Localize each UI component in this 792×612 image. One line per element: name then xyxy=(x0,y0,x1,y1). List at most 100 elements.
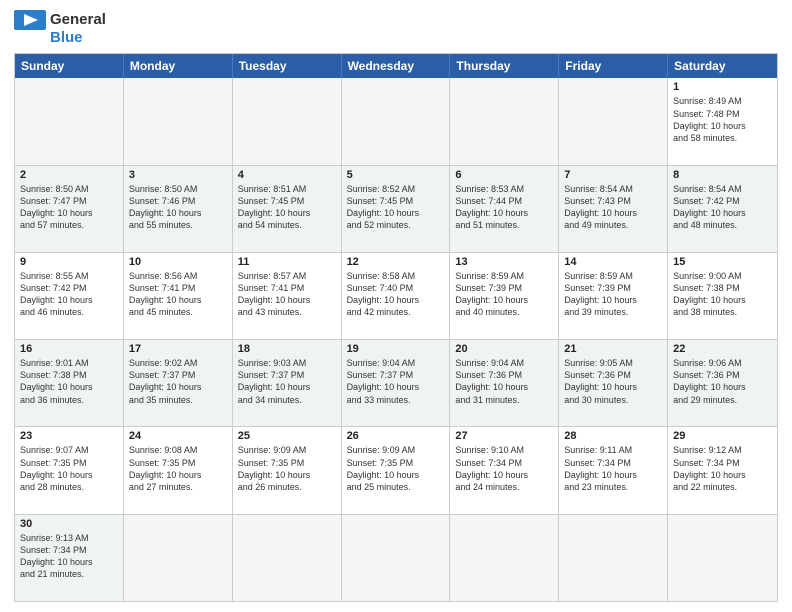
day-number: 16 xyxy=(20,343,118,355)
day-number: 9 xyxy=(20,256,118,268)
calendar-cell: 17 Sunrise: 9:02 AM Sunset: 7:37 PM Dayli… xyxy=(124,340,233,426)
day-number: 6 xyxy=(455,169,553,181)
logo-text-block: General Blue xyxy=(14,10,106,47)
logo-blue: Blue xyxy=(50,29,106,46)
calendar-cell: 9 Sunrise: 8:55 AM Sunset: 7:42 PM Daylig… xyxy=(15,253,124,339)
header-cell-tuesday: Tuesday xyxy=(233,54,342,78)
calendar-cell: 27 Sunrise: 9:10 AM Sunset: 7:34 PM Dayli… xyxy=(450,427,559,513)
cell-info: Sunrise: 9:04 AM Sunset: 7:37 PM Dayligh… xyxy=(347,357,445,406)
calendar-cell: 1 Sunrise: 8:49 AM Sunset: 7:48 PM Daylig… xyxy=(668,78,777,164)
cell-info: Sunrise: 9:11 AM Sunset: 7:34 PM Dayligh… xyxy=(564,444,662,493)
cell-info: Sunrise: 8:55 AM Sunset: 7:42 PM Dayligh… xyxy=(20,270,118,319)
calendar-cell xyxy=(124,515,233,601)
day-number: 15 xyxy=(673,256,772,268)
calendar-cell: 12Sunrise: 8:58 AM Sunset: 7:40 PM Dayli… xyxy=(342,253,451,339)
calendar-body: 1 Sunrise: 8:49 AM Sunset: 7:48 PM Daylig… xyxy=(15,78,777,601)
day-number: 4 xyxy=(238,169,336,181)
cell-info: Sunrise: 9:07 AM Sunset: 7:35 PM Dayligh… xyxy=(20,444,118,493)
day-number: 27 xyxy=(455,430,553,442)
header-cell-saturday: Saturday xyxy=(668,54,777,78)
cell-info: Sunrise: 8:59 AM Sunset: 7:39 PM Dayligh… xyxy=(564,270,662,319)
day-number: 5 xyxy=(347,169,445,181)
day-number: 29 xyxy=(673,430,772,442)
cell-info: Sunrise: 8:51 AM Sunset: 7:45 PM Dayligh… xyxy=(238,183,336,232)
calendar-row: 2 Sunrise: 8:50 AM Sunset: 7:47 PM Daylig… xyxy=(15,165,777,252)
calendar-cell xyxy=(15,78,124,164)
calendar-cell: 26 Sunrise: 9:09 AM Sunset: 7:35 PM Dayli… xyxy=(342,427,451,513)
cell-info: Sunrise: 8:49 AM Sunset: 7:48 PM Dayligh… xyxy=(673,95,772,144)
calendar-cell: 16Sunrise: 9:01 AM Sunset: 7:38 PM Dayli… xyxy=(15,340,124,426)
cell-info: Sunrise: 9:05 AM Sunset: 7:36 PM Dayligh… xyxy=(564,357,662,406)
calendar-cell xyxy=(668,515,777,601)
calendar-row: 9 Sunrise: 8:55 AM Sunset: 7:42 PM Daylig… xyxy=(15,252,777,339)
cell-info: Sunrise: 8:52 AM Sunset: 7:45 PM Dayligh… xyxy=(347,183,445,232)
header-cell-thursday: Thursday xyxy=(450,54,559,78)
day-number: 28 xyxy=(564,430,662,442)
calendar-cell: 21Sunrise: 9:05 AM Sunset: 7:36 PM Dayli… xyxy=(559,340,668,426)
logo-label: General Blue xyxy=(50,11,106,46)
calendar-cell: 7 Sunrise: 8:54 AM Sunset: 7:43 PM Daylig… xyxy=(559,166,668,252)
calendar-cell: 8 Sunrise: 8:54 AM Sunset: 7:42 PM Daylig… xyxy=(668,166,777,252)
calendar-cell xyxy=(124,78,233,164)
day-number: 18 xyxy=(238,343,336,355)
calendar-cell xyxy=(559,78,668,164)
day-number: 25 xyxy=(238,430,336,442)
calendar-cell: 19 Sunrise: 9:04 AM Sunset: 7:37 PM Dayli… xyxy=(342,340,451,426)
calendar-row: 16Sunrise: 9:01 AM Sunset: 7:38 PM Dayli… xyxy=(15,339,777,426)
day-number: 12 xyxy=(347,256,445,268)
day-number: 3 xyxy=(129,169,227,181)
day-number: 11 xyxy=(238,256,336,268)
calendar-cell: 22 Sunrise: 9:06 AM Sunset: 7:36 PM Dayli… xyxy=(668,340,777,426)
calendar-row: 1 Sunrise: 8:49 AM Sunset: 7:48 PM Daylig… xyxy=(15,78,777,164)
calendar-cell: 20Sunrise: 9:04 AM Sunset: 7:36 PM Dayli… xyxy=(450,340,559,426)
cell-info: Sunrise: 9:06 AM Sunset: 7:36 PM Dayligh… xyxy=(673,357,772,406)
cell-info: Sunrise: 9:04 AM Sunset: 7:36 PM Dayligh… xyxy=(455,357,553,406)
calendar-cell: 30 Sunrise: 9:13 AM Sunset: 7:34 PM Dayli… xyxy=(15,515,124,601)
calendar-row: 30 Sunrise: 9:13 AM Sunset: 7:34 PM Dayli… xyxy=(15,514,777,601)
day-number: 2 xyxy=(20,169,118,181)
logo: General Blue xyxy=(14,10,106,47)
header: General Blue xyxy=(14,10,778,47)
cell-info: Sunrise: 8:50 AM Sunset: 7:47 PM Dayligh… xyxy=(20,183,118,232)
day-number: 19 xyxy=(347,343,445,355)
calendar-cell: 4 Sunrise: 8:51 AM Sunset: 7:45 PM Daylig… xyxy=(233,166,342,252)
calendar-cell: 15Sunrise: 9:00 AM Sunset: 7:38 PM Dayli… xyxy=(668,253,777,339)
day-number: 22 xyxy=(673,343,772,355)
calendar-cell: 10Sunrise: 8:56 AM Sunset: 7:41 PM Dayli… xyxy=(124,253,233,339)
calendar-cell xyxy=(233,515,342,601)
day-number: 8 xyxy=(673,169,772,181)
header-cell-wednesday: Wednesday xyxy=(342,54,451,78)
calendar-cell: 25Sunrise: 9:09 AM Sunset: 7:35 PM Dayli… xyxy=(233,427,342,513)
calendar-cell: 11 Sunrise: 8:57 AM Sunset: 7:41 PM Dayli… xyxy=(233,253,342,339)
calendar-cell xyxy=(450,78,559,164)
day-number: 14 xyxy=(564,256,662,268)
calendar-row: 23Sunrise: 9:07 AM Sunset: 7:35 PM Dayli… xyxy=(15,426,777,513)
cell-info: Sunrise: 9:10 AM Sunset: 7:34 PM Dayligh… xyxy=(455,444,553,493)
day-number: 10 xyxy=(129,256,227,268)
day-number: 26 xyxy=(347,430,445,442)
cell-info: Sunrise: 8:50 AM Sunset: 7:46 PM Dayligh… xyxy=(129,183,227,232)
calendar-page: General Blue SundayMondayTuesdayWednesda… xyxy=(0,0,792,612)
day-number: 13 xyxy=(455,256,553,268)
cell-info: Sunrise: 9:02 AM Sunset: 7:37 PM Dayligh… xyxy=(129,357,227,406)
calendar-cell: 29 Sunrise: 9:12 AM Sunset: 7:34 PM Dayli… xyxy=(668,427,777,513)
cell-info: Sunrise: 8:54 AM Sunset: 7:42 PM Dayligh… xyxy=(673,183,772,232)
header-cell-sunday: Sunday xyxy=(15,54,124,78)
cell-info: Sunrise: 8:59 AM Sunset: 7:39 PM Dayligh… xyxy=(455,270,553,319)
day-number: 30 xyxy=(20,518,118,530)
cell-info: Sunrise: 9:13 AM Sunset: 7:34 PM Dayligh… xyxy=(20,532,118,581)
calendar: SundayMondayTuesdayWednesdayThursdayFrid… xyxy=(14,53,778,602)
day-number: 1 xyxy=(673,81,772,93)
day-number: 7 xyxy=(564,169,662,181)
calendar-cell: 24Sunrise: 9:08 AM Sunset: 7:35 PM Dayli… xyxy=(124,427,233,513)
day-number: 17 xyxy=(129,343,227,355)
header-cell-friday: Friday xyxy=(559,54,668,78)
calendar-cell xyxy=(233,78,342,164)
cell-info: Sunrise: 8:54 AM Sunset: 7:43 PM Dayligh… xyxy=(564,183,662,232)
cell-info: Sunrise: 9:09 AM Sunset: 7:35 PM Dayligh… xyxy=(347,444,445,493)
cell-info: Sunrise: 9:12 AM Sunset: 7:34 PM Dayligh… xyxy=(673,444,772,493)
cell-info: Sunrise: 8:57 AM Sunset: 7:41 PM Dayligh… xyxy=(238,270,336,319)
logo-flag-icon xyxy=(14,10,46,47)
header-cell-monday: Monday xyxy=(124,54,233,78)
calendar-cell xyxy=(342,78,451,164)
